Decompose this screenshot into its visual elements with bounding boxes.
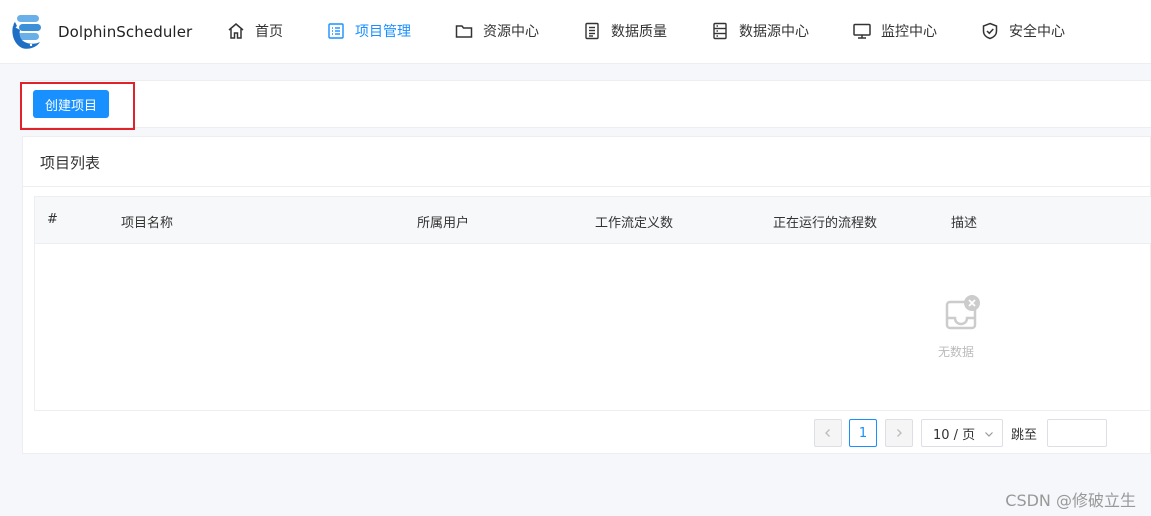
pagination: 1 10 / 页 跳至 (23, 419, 1151, 447)
home-icon (228, 23, 244, 39)
project-list-card: 项目列表 # 项目名称 所属用户 工作流定义数 正在运行的流程数 描述 无数据 … (22, 136, 1151, 454)
page-number-button[interactable]: 1 (849, 419, 877, 447)
shield-icon (982, 22, 998, 40)
nav-item-security[interactable]: 安全中心 (980, 19, 1065, 43)
column-header-description: 描述 (951, 216, 978, 231)
document-icon (585, 22, 599, 40)
card-title: 项目列表 (40, 154, 101, 172)
prev-page-button[interactable] (814, 419, 842, 447)
chevron-left-icon (825, 429, 830, 437)
create-project-button[interactable]: 创建项目 (33, 90, 109, 118)
empty-state-text: 无数据 (938, 345, 975, 359)
nav-item-label: 数据源中心 (739, 24, 809, 40)
column-header-project-name: 项目名称 (121, 216, 174, 231)
empty-state (935, 294, 987, 342)
nav-item-projects[interactable]: 项目管理 (326, 19, 411, 43)
dolphin-logo-icon (10, 12, 50, 52)
column-header-workflow-count: 工作流定义数 (595, 216, 674, 231)
list-icon (328, 23, 344, 39)
column-header-owner: 所属用户 (417, 216, 470, 231)
chevron-right-icon (897, 429, 902, 437)
page-size-select[interactable]: 10 / 页 (921, 419, 1003, 447)
column-header-index: # (47, 212, 58, 227)
app-name: DolphinScheduler (58, 23, 193, 41)
server-icon (713, 22, 727, 40)
chevron-down-icon (985, 432, 993, 437)
nav-item-data-quality[interactable]: 数据质量 (582, 19, 667, 43)
monitor-icon (853, 23, 871, 39)
jump-to-page-input[interactable] (1047, 419, 1107, 447)
app-logo[interactable]: DolphinScheduler (10, 12, 192, 52)
nav-item-label: 安全中心 (1009, 24, 1065, 40)
nav-item-monitor[interactable]: 监控中心 (852, 19, 937, 43)
no-data-icon (945, 295, 980, 330)
project-table: # 项目名称 所属用户 工作流定义数 正在运行的流程数 描述 无数据 (34, 196, 1151, 411)
nav-item-home[interactable]: 首页 (226, 19, 283, 43)
jump-to-label: 跳至 (1011, 428, 1038, 443)
nav-item-resources[interactable]: 资源中心 (454, 19, 539, 43)
table-header: # 项目名称 所属用户 工作流定义数 正在运行的流程数 描述 (35, 197, 1151, 244)
column-header-running-count: 正在运行的流程数 (773, 216, 878, 231)
watermark-text: CSDN @修破立生 (1005, 491, 1136, 510)
divider (23, 186, 1150, 187)
folder-icon (455, 25, 473, 38)
top-navigation-bar: DolphinScheduler 首页 项目管理 资源中心 数据质量 数据源中心… (0, 0, 1151, 64)
nav-item-label: 资源中心 (483, 24, 539, 40)
project-toolbar: 创建项目 (22, 80, 1151, 128)
nav-item-datasource[interactable]: 数据源中心 (710, 19, 809, 43)
page-size-value: 10 / 页 (933, 427, 976, 443)
nav-item-label: 监控中心 (881, 24, 937, 40)
nav-item-label: 数据质量 (611, 24, 667, 40)
next-page-button[interactable] (885, 419, 913, 447)
nav-item-label: 项目管理 (355, 24, 411, 40)
nav-item-label: 首页 (255, 24, 283, 40)
